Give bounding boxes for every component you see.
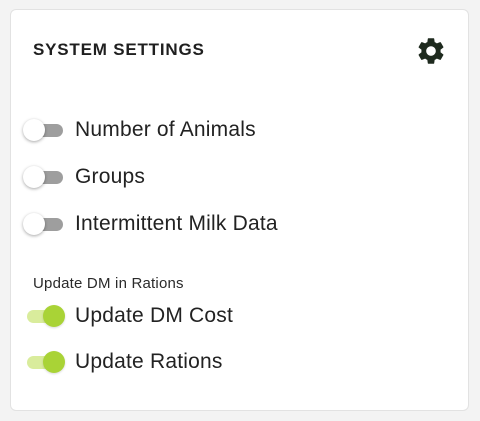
toggle-row-update-dm-cost[interactable]: Update DM Cost: [23, 300, 233, 332]
toggle-label: Number of Animals: [75, 118, 256, 141]
toggle-row-intermittent-milk-data[interactable]: Intermittent Milk Data: [23, 208, 278, 240]
update-rations-switch[interactable]: [23, 348, 65, 376]
update-dm-cost-switch[interactable]: [23, 302, 65, 330]
toggle-row-groups[interactable]: Groups: [23, 161, 145, 193]
gear-icon[interactable]: [415, 35, 447, 67]
switch-thumb[interactable]: [43, 351, 65, 373]
update-dm-section-label: Update DM in Rations: [33, 275, 184, 292]
card-title: SYSTEM SETTINGS: [33, 40, 205, 59]
groups-switch[interactable]: [23, 163, 65, 191]
toggle-label: Groups: [75, 165, 146, 188]
system-settings-card: SYSTEM SETTINGS Number of Animals Groups…: [10, 9, 469, 411]
switch-thumb[interactable]: [23, 213, 45, 235]
switch-thumb[interactable]: [43, 305, 65, 327]
toggle-row-update-rations[interactable]: Update Rations: [23, 346, 223, 378]
toggle-row-number-of-animals[interactable]: Number of Animals: [23, 114, 256, 146]
toggle-label: Intermittent Milk Data: [75, 212, 278, 235]
switch-thumb[interactable]: [23, 166, 45, 188]
toggle-label: Update DM Cost: [75, 304, 234, 327]
switch-thumb[interactable]: [23, 119, 45, 141]
number-of-animals-switch[interactable]: [23, 116, 65, 144]
toggle-label: Update Rations: [75, 350, 223, 373]
intermittent-milk-data-switch[interactable]: [23, 210, 65, 238]
